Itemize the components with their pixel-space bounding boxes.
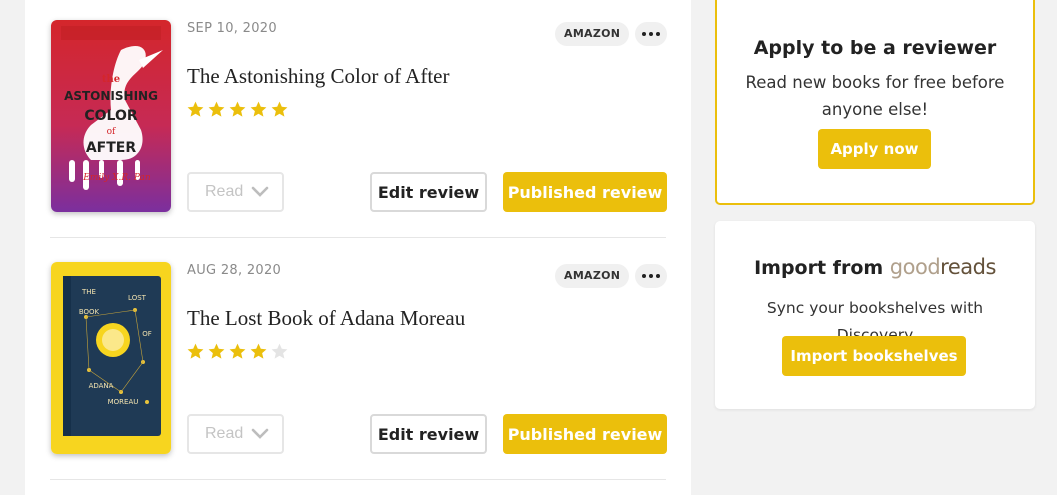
review-date: AUG 28, 2020 [187,263,282,278]
star-filled-icon [186,100,205,119]
more-options-icon[interactable] [635,22,667,46]
star-rating [186,100,289,120]
chevron-down-icon [251,428,269,439]
chevron-down-icon [251,186,269,197]
goodreads-logo: goodreads [889,255,997,279]
divider [50,479,666,480]
review-item: the ASTONISHING COLOR of AFTER Emily X.R… [25,0,691,237]
svg-text:the: the [102,74,120,85]
import-goodreads-card: Import from goodreads Sync your bookshel… [715,221,1035,409]
book-title[interactable]: The Lost Book of Adana Moreau [187,306,465,331]
source-badge: AMAZON [555,22,630,46]
read-status-label: Read [205,183,244,200]
star-filled-icon [207,342,226,361]
read-status-select[interactable]: Read [187,414,284,454]
star-filled-icon [249,100,268,119]
star-filled-icon [270,100,289,119]
import-bookshelves-button[interactable]: Import bookshelves [782,336,966,376]
apply-now-button[interactable]: Apply now [818,129,931,169]
review-item: THE LOST BOOK OF ADANA MOREAU MICHAEL ZA… [25,238,691,479]
star-filled-icon [186,342,205,361]
svg-text:of: of [107,127,116,137]
star-filled-icon [249,342,268,361]
book-cover[interactable]: the ASTONISHING COLOR of AFTER Emily X.R… [51,20,171,212]
edit-review-button[interactable]: Edit review [370,414,487,454]
svg-text:MICHAEL ZAPATA: MICHAEL ZAPATA [85,430,139,436]
read-status-label: Read [205,425,244,442]
svg-text:ASTONISHING: ASTONISHING [64,89,158,103]
book-cover-art: the ASTONISHING COLOR of AFTER Emily X.R… [51,20,171,212]
source-badge: AMAZON [555,264,630,288]
star-filled-icon [228,100,247,119]
published-review-button[interactable]: Published review [503,414,667,454]
published-review-button[interactable]: Published review [503,172,667,212]
svg-text:BOOK: BOOK [79,308,100,316]
star-rating [186,342,289,362]
apply-reviewer-card: Apply to be a reviewer Read new books fo… [715,0,1035,205]
book-cover-art: THE LOST BOOK OF ADANA MOREAU MICHAEL ZA… [51,262,171,454]
book-title[interactable]: The Astonishing Color of After [187,64,449,89]
svg-text:MOREAU: MOREAU [108,398,139,406]
card-heading-prefix: Import from [754,257,884,279]
svg-text:THE: THE [81,288,96,296]
edit-review-button[interactable]: Edit review [370,172,487,212]
card-heading: Apply to be a reviewer [753,37,997,59]
review-date: SEP 10, 2020 [187,21,277,36]
svg-text:AFTER: AFTER [86,140,137,156]
svg-text:COLOR: COLOR [84,108,137,124]
card-heading: Import from goodreads [715,255,1035,279]
svg-text:OF: OF [142,330,152,338]
more-options-icon[interactable] [635,264,667,288]
card-description: Read new books for free before anyone el… [745,73,1005,119]
reviews-panel: the ASTONISHING COLOR of AFTER Emily X.R… [25,0,691,495]
read-status-select[interactable]: Read [187,172,284,212]
svg-text:LOST: LOST [128,294,147,302]
star-filled-icon [207,100,226,119]
book-cover[interactable]: THE LOST BOOK OF ADANA MOREAU MICHAEL ZA… [51,262,171,454]
star-filled-icon [228,342,247,361]
star-empty-icon [270,342,289,361]
svg-text:Emily X.R. Pan: Emily X.R. Pan [82,173,151,183]
svg-text:ADANA: ADANA [89,382,114,390]
